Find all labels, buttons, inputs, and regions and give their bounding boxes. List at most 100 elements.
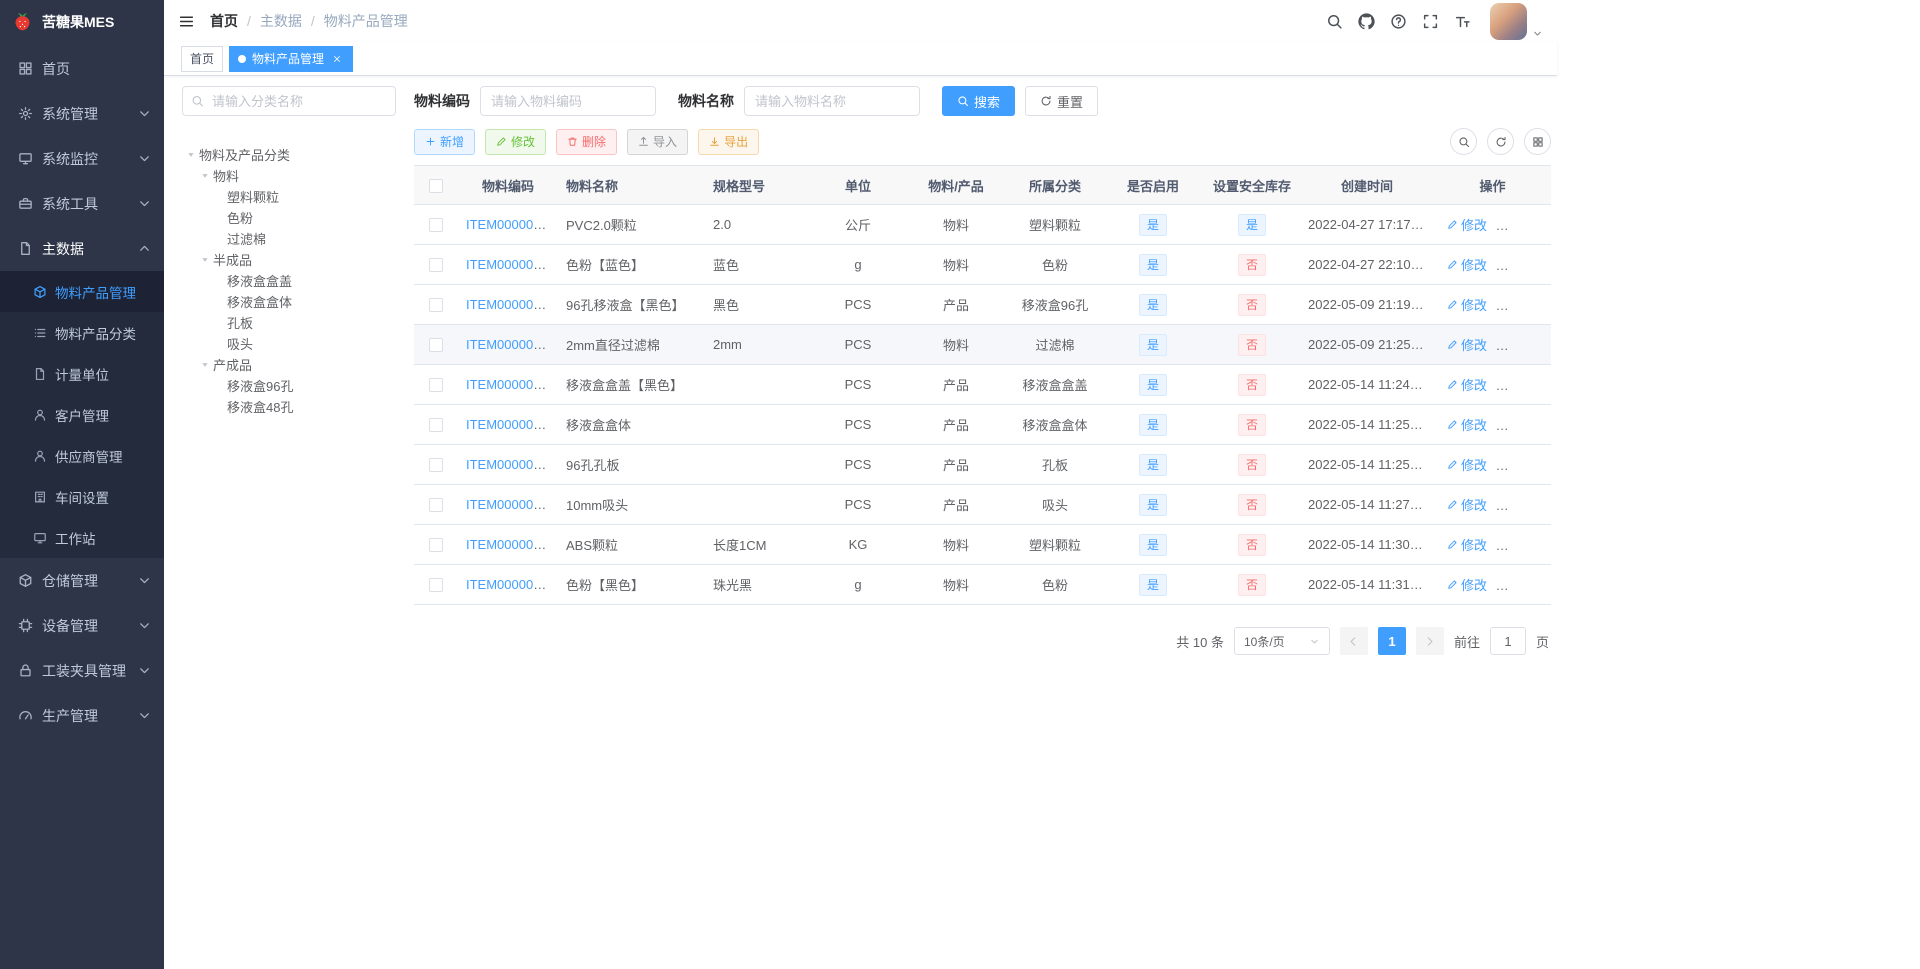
help-icon[interactable]: [1390, 13, 1407, 30]
delete-link[interactable]: 删除: [1501, 295, 1541, 314]
edit-link[interactable]: 修改: [1447, 455, 1487, 474]
table-row[interactable]: ITEM00000046 96孔移液盒【黑色】 黑色 PCS 产品 移液盒96孔…: [414, 284, 1551, 325]
row-checkbox-cell[interactable]: [414, 404, 458, 445]
tree-node[interactable]: 色粉: [182, 207, 396, 228]
search-button[interactable]: 搜索: [942, 86, 1016, 116]
import-button[interactable]: 导入: [627, 128, 689, 155]
font-size-icon[interactable]: [1454, 13, 1471, 30]
tree-node[interactable]: 移液盒盒体: [182, 291, 396, 312]
row-checkbox-cell[interactable]: [414, 524, 458, 565]
close-icon[interactable]: [330, 52, 344, 66]
sidebar-toggle-button[interactable]: [178, 13, 195, 30]
edit-link[interactable]: 修改: [1447, 375, 1487, 394]
material-code-input[interactable]: [480, 86, 656, 116]
material-code-link[interactable]: ITEM00000053: [466, 457, 555, 472]
material-code-link[interactable]: ITEM00000046: [466, 297, 555, 312]
tree-node[interactable]: 移液盒盒盖: [182, 270, 396, 291]
edit-link[interactable]: 修改: [1447, 415, 1487, 434]
sidebar-item-equipment-management[interactable]: 设备管理: [0, 603, 164, 648]
edit-button[interactable]: 修改: [485, 128, 547, 155]
delete-link[interactable]: 删除: [1501, 255, 1541, 274]
category-search-input[interactable]: [182, 86, 396, 116]
material-code-link[interactable]: ITEM00000037: [466, 217, 555, 232]
sidebar-item-system-management[interactable]: 系统管理: [0, 91, 164, 136]
caret-down-icon[interactable]: [196, 360, 213, 370]
edit-link[interactable]: 修改: [1447, 575, 1487, 594]
user-menu[interactable]: [1490, 2, 1543, 40]
tree-node[interactable]: 移液盒96孔: [182, 375, 396, 396]
checkbox[interactable]: [429, 498, 443, 513]
sidebar-item-material-product-management[interactable]: 物料产品管理: [0, 271, 164, 312]
sidebar-item-master-data[interactable]: 主数据: [0, 226, 164, 271]
tree-node[interactable]: 物料及产品分类: [182, 144, 396, 165]
table-row[interactable]: ITEM00000049 2mm直径过滤棉 2mm PCS 物料 过滤棉 是 否…: [414, 324, 1551, 365]
row-checkbox-cell[interactable]: [414, 244, 458, 285]
checkbox[interactable]: [429, 338, 443, 353]
goto-page-input[interactable]: [1489, 627, 1526, 655]
material-code-link[interactable]: ITEM00000049: [466, 337, 555, 352]
sidebar-item-material-product-category[interactable]: 物料产品分类: [0, 312, 164, 353]
tree-node[interactable]: 移液盒48孔: [182, 396, 396, 417]
material-code-link[interactable]: ITEM00000052: [466, 417, 555, 432]
tree-node[interactable]: 物料: [182, 165, 396, 186]
delete-link[interactable]: 删除: [1501, 335, 1541, 354]
reset-button[interactable]: 重置: [1025, 86, 1099, 116]
material-code-link[interactable]: ITEM00000055: [466, 537, 555, 552]
row-checkbox-cell[interactable]: [414, 364, 458, 405]
tree-node[interactable]: 塑料颗粒: [182, 186, 396, 207]
delete-link[interactable]: 删除: [1501, 415, 1541, 434]
material-code-link[interactable]: ITEM00000054: [466, 497, 555, 512]
table-row[interactable]: ITEM00000037 PVC2.0颗粒 2.0 公斤 物料 塑料颗粒 是 是…: [414, 204, 1551, 245]
row-checkbox-cell[interactable]: [414, 564, 458, 605]
checkbox[interactable]: [429, 378, 443, 393]
edit-link[interactable]: 修改: [1447, 255, 1487, 274]
edit-link[interactable]: 修改: [1447, 335, 1487, 354]
sidebar-item-system-tools[interactable]: 系统工具: [0, 181, 164, 226]
avatar[interactable]: [1490, 2, 1527, 40]
sidebar-item-home[interactable]: 首页: [0, 46, 164, 91]
checkbox[interactable]: [429, 298, 443, 313]
checkbox[interactable]: [429, 218, 443, 233]
refresh-table-button[interactable]: [1487, 128, 1514, 155]
delete-link[interactable]: 删除: [1501, 455, 1541, 474]
row-checkbox-cell[interactable]: [414, 484, 458, 525]
table-row[interactable]: ITEM00000056 色粉【黑色】 珠光黑 g 物料 色粉 是 否 2022…: [414, 564, 1551, 605]
tree-node[interactable]: 半成品: [182, 249, 396, 270]
sidebar-item-system-monitor[interactable]: 系统监控: [0, 136, 164, 181]
row-checkbox-cell[interactable]: [414, 444, 458, 485]
tree-node[interactable]: 吸头: [182, 333, 396, 354]
checkbox[interactable]: [429, 458, 443, 473]
sidebar-item-customer-management[interactable]: 客户管理: [0, 394, 164, 435]
delete-link[interactable]: 删除: [1501, 375, 1541, 394]
material-code-link[interactable]: ITEM00000051: [466, 377, 555, 392]
table-row[interactable]: ITEM00000052 移液盒盒体 PCS 产品 移液盒盒体 是 否 2022…: [414, 404, 1551, 445]
row-checkbox-cell[interactable]: [414, 204, 458, 245]
add-button[interactable]: 新增: [414, 128, 476, 155]
next-page-button[interactable]: [1415, 627, 1444, 655]
caret-down-icon[interactable]: [196, 171, 213, 181]
page-1-button[interactable]: 1: [1377, 627, 1406, 655]
row-checkbox-cell[interactable]: [414, 284, 458, 325]
github-icon[interactable]: [1358, 12, 1375, 30]
toggle-search-button[interactable]: [1450, 128, 1477, 155]
delete-link[interactable]: 删除: [1501, 215, 1541, 234]
column-settings-button[interactable]: [1524, 128, 1551, 155]
tab-home[interactable]: 首页: [181, 45, 224, 72]
material-name-input[interactable]: [744, 86, 920, 116]
edit-link[interactable]: 修改: [1447, 295, 1487, 314]
delete-link[interactable]: 删除: [1501, 575, 1541, 594]
export-button[interactable]: 导出: [698, 128, 760, 155]
edit-link[interactable]: 修改: [1447, 495, 1487, 514]
header-search-icon[interactable]: [1326, 13, 1343, 30]
sidebar-item-workstation[interactable]: 工作站: [0, 517, 164, 558]
caret-down-icon[interactable]: [196, 255, 213, 265]
edit-link[interactable]: 修改: [1447, 535, 1487, 554]
delete-button[interactable]: 删除: [556, 128, 618, 155]
delete-link[interactable]: 删除: [1501, 535, 1541, 554]
tree-node[interactable]: 过滤棉: [182, 228, 396, 249]
table-row[interactable]: ITEM00000054 10mm吸头 PCS 产品 吸头 是 否 2022-0…: [414, 484, 1551, 525]
edit-link[interactable]: 修改: [1447, 215, 1487, 234]
tab-material-product-management[interactable]: 物料产品管理: [229, 45, 354, 72]
sidebar-item-supplier-management[interactable]: 供应商管理: [0, 435, 164, 476]
table-row[interactable]: ITEM00000041 色粉【蓝色】 蓝色 g 物料 色粉 是 否 2022-…: [414, 244, 1551, 285]
